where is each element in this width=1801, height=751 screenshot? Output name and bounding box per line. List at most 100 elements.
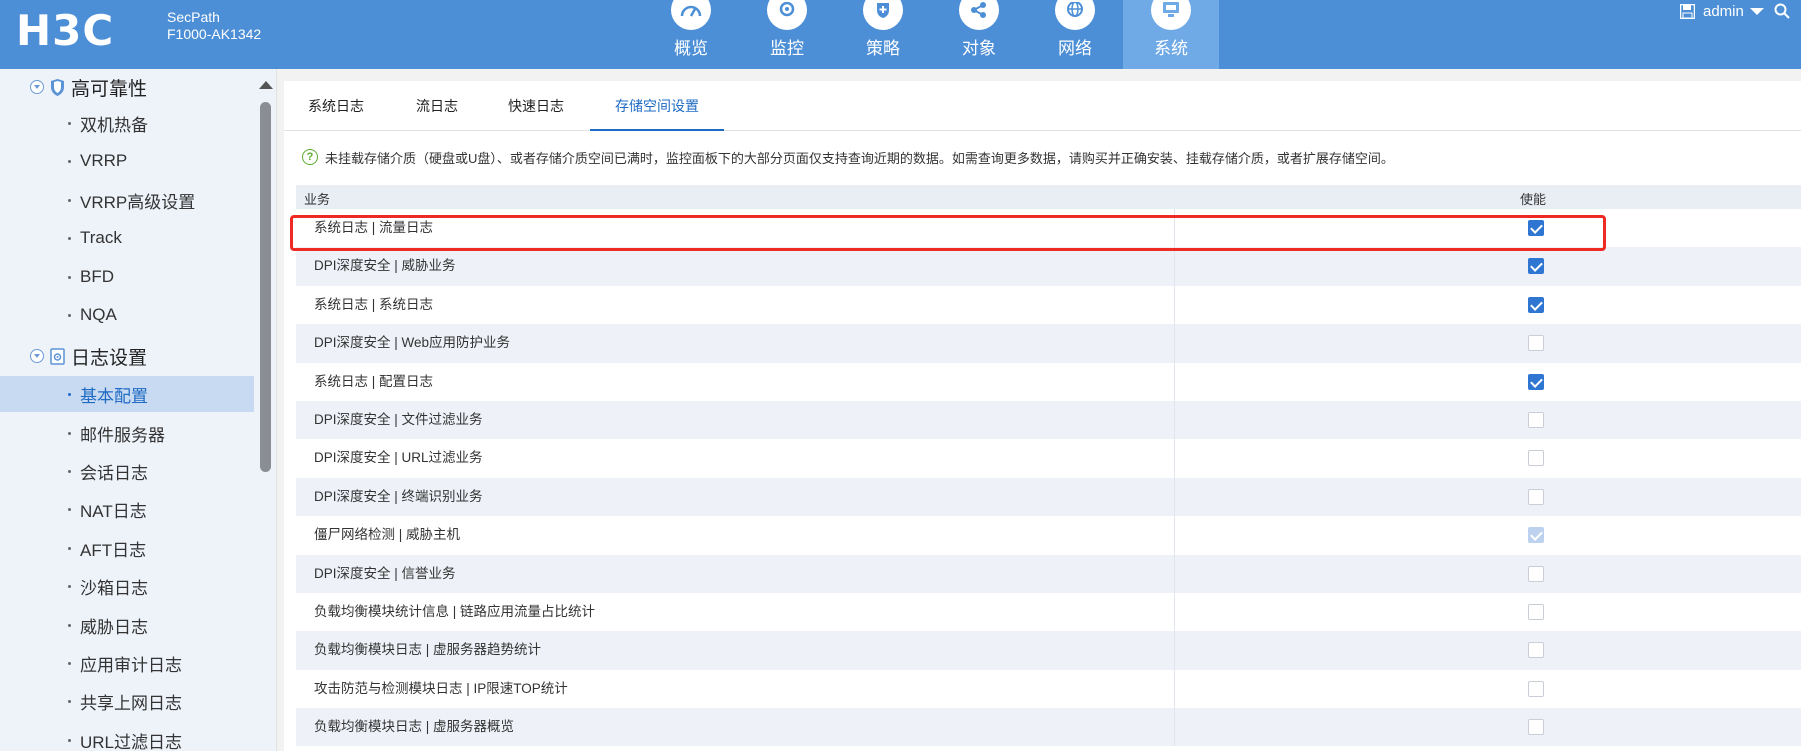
nav-monitor[interactable]: 监控 [739,0,835,69]
sidebar-section-label: 高可靠性 [71,78,148,100]
sidebar-item-hot-standby[interactable]: 双机热备 [0,105,254,141]
sidebar-item-label: 威胁日志 [80,617,148,637]
enable-checkbox[interactable] [1528,603,1544,620]
monitor-camera-icon [767,0,807,30]
bullet-dot [68,236,71,240]
collapse-toggle-icon[interactable] [30,349,44,363]
nav-overview[interactable]: 概览 [643,0,739,69]
sidebar-item-vrrp[interactable]: VRRP [0,143,254,179]
business-name-cell: DPI深度安全 | 威胁业务 [314,258,456,274]
computer-icon [1151,0,1191,30]
table-row: 系统日志 | 配置日志 [296,362,1801,401]
sidebar-item-sandbox-log[interactable]: 沙箱日志 [0,568,254,604]
enable-checkbox[interactable] [1528,296,1544,313]
sidebar-item-mail-server[interactable]: 邮件服务器 [0,415,254,451]
sidebar-item-nqa[interactable]: NQA [0,297,254,333]
shield-icon [51,78,64,96]
enable-checkbox[interactable] [1528,565,1544,582]
table-header: 业务 使能 [296,185,1801,209]
column-divider [1174,285,1175,325]
column-divider [1174,247,1175,286]
sidebar-item-threat-log[interactable]: 威胁日志 [0,607,254,643]
tab-system-log[interactable]: 系统日志 [304,81,368,131]
sidebar-item-vrrp-advanced[interactable]: VRRP高级设置 [0,182,254,218]
nav-object[interactable]: 对象 [931,0,1027,69]
table-row: 僵尸网络检测 | 威胁主机 [296,516,1801,555]
save-icon[interactable] [1680,3,1695,19]
sidebar-item-session-log[interactable]: 会话日志 [0,453,254,489]
table-row: 系统日志 | 系统日志 [296,285,1801,325]
model-line-1: SecPath [167,9,220,25]
column-header-enable: 使能 [1520,192,1547,207]
business-name-cell: 系统日志 | 系统日志 [314,296,434,312]
business-name-cell: 系统日志 | 流量日志 [314,220,434,235]
tab-flow-log[interactable]: 流日志 [412,81,462,131]
business-name-cell: DPI深度安全 | URL过滤业务 [314,450,483,466]
sidebar-item-aft-log[interactable]: AFT日志 [0,530,254,566]
bullet-dot [68,469,71,473]
enable-checkbox[interactable] [1528,488,1544,505]
column-divider [1174,209,1175,248]
sidebar-item-label: 会话日志 [80,463,148,483]
search-icon[interactable] [1774,3,1790,19]
business-name-cell: DPI深度安全 | 信誉业务 [314,565,456,581]
enable-checkbox[interactable] [1528,373,1544,390]
log-settings-icon [50,347,65,365]
bullet-dot [68,313,71,317]
bullet-dot [68,431,71,435]
table-row: DPI深度安全 | Web应用防护业务 [296,324,1801,363]
table-row: 系统日志 | 流量日志 [296,209,1801,248]
notice-text: 未挂载存储介质（硬盘或U盘）、或者存储介质空间已满时，监控面板下的大部分页面仅支… [325,150,1394,166]
sidebar-item-app-audit-log[interactable]: 应用审计日志 [0,645,254,681]
business-name-cell: 负载均衡模块日志 | 虚服务器概览 [314,719,515,735]
user-menu[interactable]: admin [1680,0,1790,22]
scrollbar-thumb[interactable] [260,102,271,472]
scroll-up-arrow-icon[interactable] [259,81,273,89]
main-content: 系统日志 流日志 快速日志 存储空间设置 ? 未挂载存储介质（硬盘或U盘）、或者… [284,69,1801,751]
nav-network[interactable]: 网络 [1027,0,1123,69]
enable-checkbox[interactable] [1528,220,1544,236]
business-name-cell: 僵尸网络检测 | 威胁主机 [314,527,461,543]
bullet-dot [68,121,71,125]
column-divider [1174,400,1175,440]
sidebar-item-bfd[interactable]: BFD [0,259,254,295]
sidebar-item-label: Track [80,228,122,247]
business-name-cell: DPI深度安全 | 文件过滤业务 [314,411,483,427]
sidebar-item-track[interactable]: Track [0,220,254,256]
enable-checkbox[interactable] [1528,411,1544,428]
column-divider [1174,554,1175,593]
sidebar-splitter[interactable] [276,69,284,751]
nav-system[interactable]: 系统 [1123,0,1219,69]
sidebar-item-label: NQA [80,305,117,324]
sidebar-item-label: BFD [80,267,114,286]
sidebar-item-basic-config[interactable]: 基本配置 [0,376,254,412]
username[interactable]: admin [1703,3,1744,20]
nav-policy[interactable]: 策略 [835,0,931,69]
tab-fast-log[interactable]: 快速日志 [504,81,568,131]
tab-storage-settings[interactable]: 存储空间设置 [590,81,724,131]
sidebar-section-label: 日志设置 [71,347,148,369]
sidebar-item-nat-log[interactable]: NAT日志 [0,491,254,527]
nav-label: 对象 [962,39,996,58]
sidebar-section-ha[interactable]: 高可靠性 [0,69,254,105]
enable-checkbox[interactable] [1528,680,1544,697]
sidebar: 高可靠性 双机热备 VRRP VRRP高级设置 Track BFD NQA 日志… [0,69,254,751]
sidebar-section-log-settings[interactable]: 日志设置 [0,338,254,374]
collapse-toggle-icon[interactable] [30,80,44,94]
enable-checkbox[interactable] [1528,258,1544,275]
sidebar-scrollbar[interactable] [254,69,276,751]
sidebar-item-shared-access-log[interactable]: 共享上网日志 [0,683,254,719]
enable-checkbox[interactable] [1528,642,1544,659]
enable-checkbox[interactable] [1528,450,1544,467]
business-name-cell: DPI深度安全 | Web应用防护业务 [314,335,511,351]
chevron-down-icon[interactable] [1749,7,1764,15]
sidebar-item-url-filter-log[interactable]: URL过滤日志 [0,722,254,751]
tab-bar: 系统日志 流日志 快速日志 存储空间设置 [284,81,1801,131]
shield-plus-icon [863,0,903,30]
top-header: H3C SecPath F1000-AK1342 概览 监控 策略 对象 网络 … [0,0,1801,69]
nav-label: 策略 [866,39,900,58]
enable-checkbox[interactable] [1528,335,1544,352]
table-row: 攻击防范与检测模块日志 | IP限速TOP统计 [296,669,1801,709]
enable-checkbox[interactable] [1528,719,1544,736]
column-header-business: 业务 [304,192,331,207]
